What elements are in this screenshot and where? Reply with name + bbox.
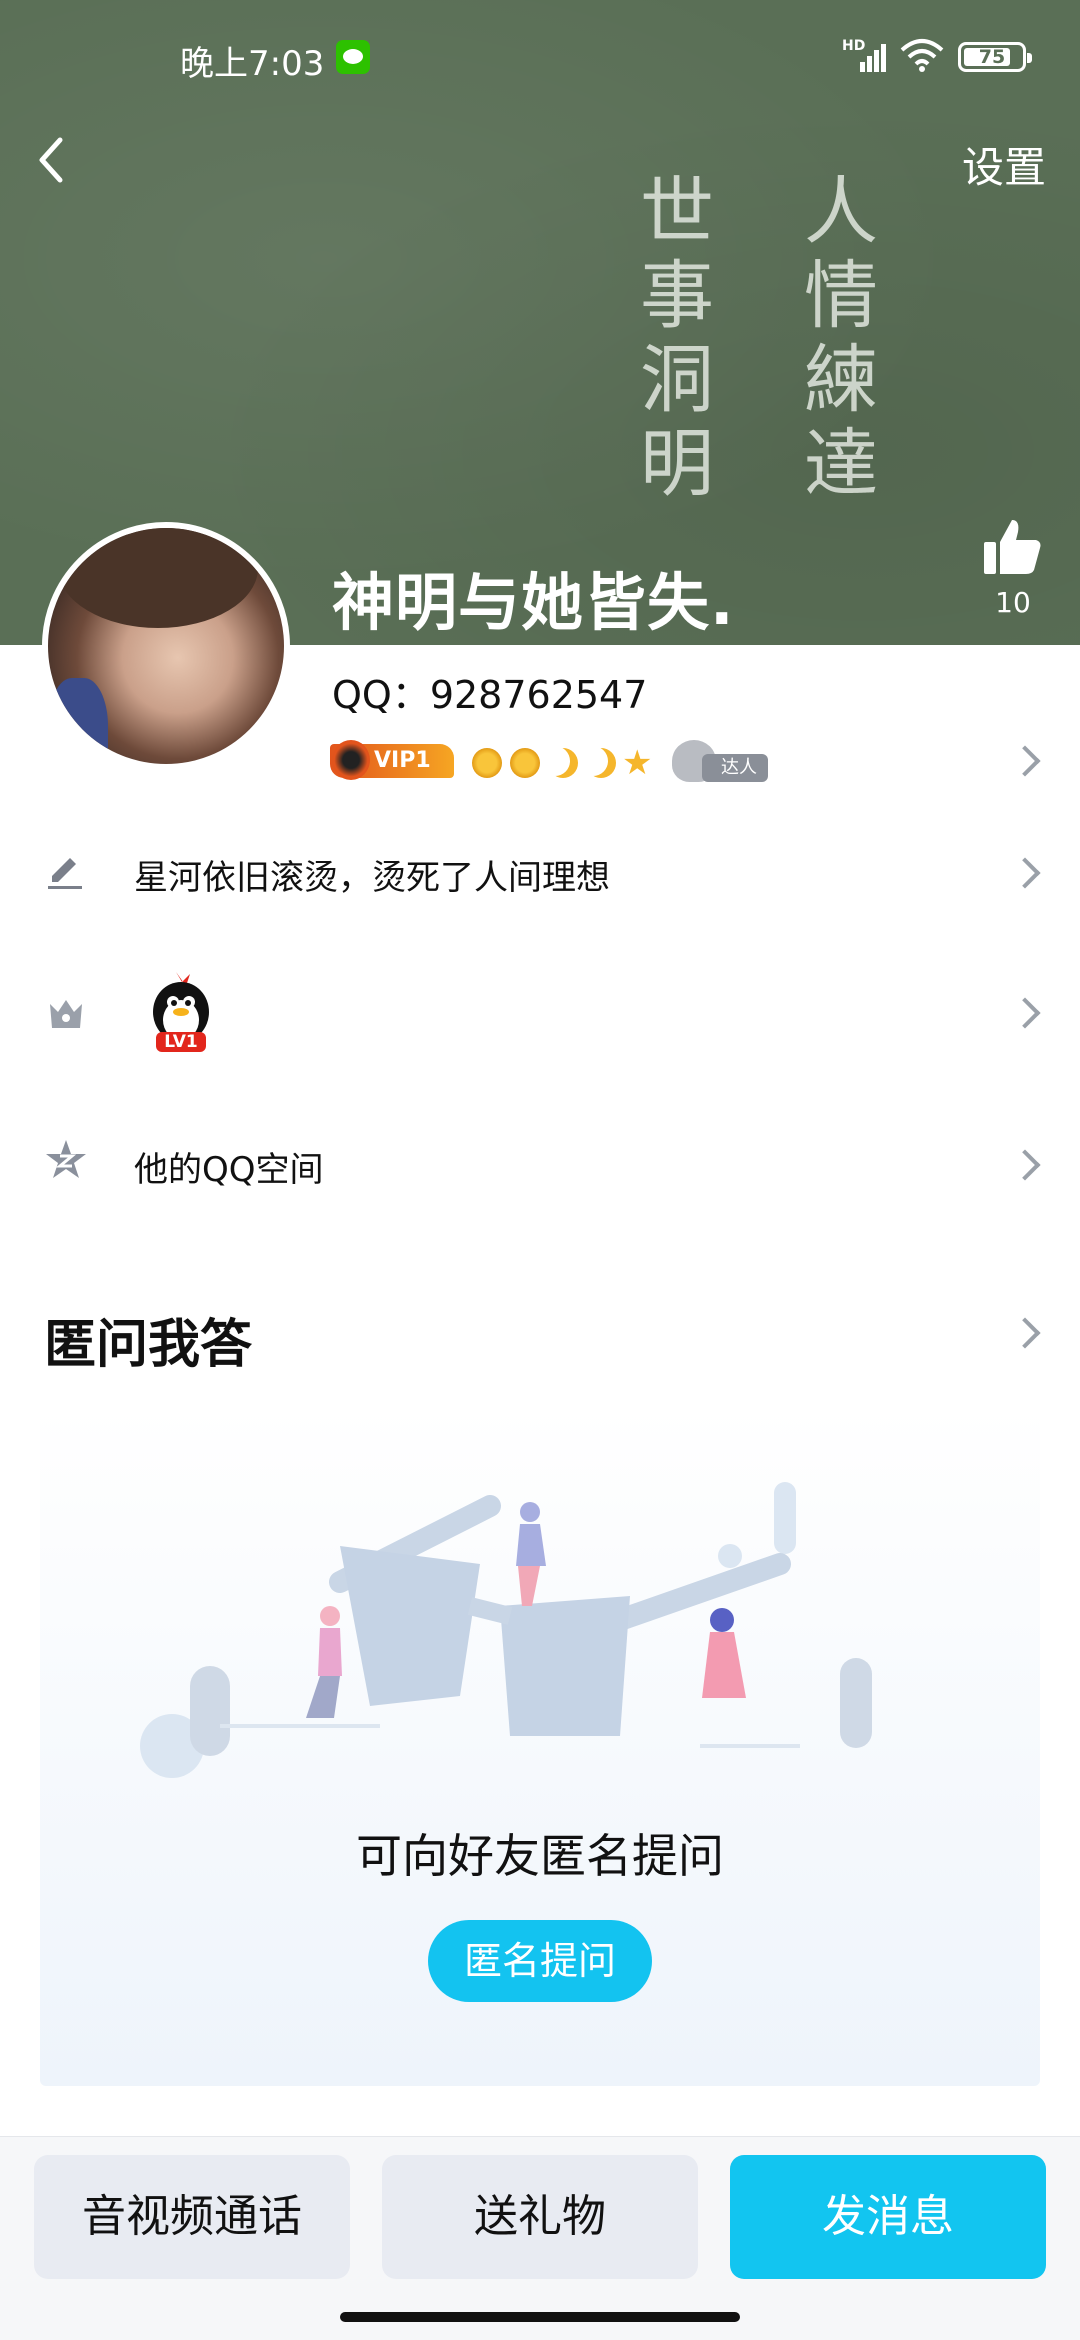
vip-badge: VIP1 xyxy=(330,740,454,780)
moon-level-icon xyxy=(586,748,616,778)
pencil-icon xyxy=(48,858,82,889)
crown-icon xyxy=(50,1000,82,1028)
anon-qa-title: 匿问我答 xyxy=(44,1315,253,1375)
wechat-notification-icon xyxy=(336,40,370,74)
send-gift-button[interactable]: 送礼物 xyxy=(382,2155,698,2279)
settings-button[interactable]: 设置 xyxy=(962,134,1046,195)
home-indicator[interactable] xyxy=(340,2312,740,2322)
level-row[interactable]: LV1 xyxy=(0,958,1080,1068)
chevron-right-icon[interactable] xyxy=(1009,1317,1041,1349)
daren-label: 达人 xyxy=(702,754,768,782)
cover-calligraphy-left: 世事洞明 xyxy=(640,169,714,507)
signal-icon xyxy=(852,38,888,72)
back-arrow-icon[interactable] xyxy=(24,128,84,188)
empty-state-illustration xyxy=(140,1482,872,1778)
status-time: 晚上7:03 xyxy=(180,44,325,84)
anon-qa-card: 可向好友匿名提问 匿名提问 xyxy=(40,1406,1040,2086)
like-button[interactable]: 10 xyxy=(978,516,1048,619)
anon-ask-button[interactable]: 匿名提问 xyxy=(428,1920,652,2002)
like-count: 10 xyxy=(995,586,1031,619)
wifi-icon xyxy=(900,39,944,72)
bottom-action-bar: 音视频通话 送礼物 发消息 xyxy=(0,2136,1080,2340)
badge-row[interactable]: VIP1 ★ 达人 xyxy=(330,738,1030,784)
nickname: 神明与她皆失. xyxy=(332,566,735,639)
avatar[interactable] xyxy=(42,522,290,770)
qzone-label: 他的QQ空间 xyxy=(134,1150,324,1190)
battery-icon: 75 xyxy=(958,42,1032,72)
chevron-right-icon xyxy=(1009,1149,1041,1181)
thumbs-up-icon xyxy=(984,520,1041,574)
star-level-icon: ★ xyxy=(622,743,653,783)
chevron-right-icon xyxy=(1009,857,1041,889)
signature-text: 星河依旧滚烫，烫死了人间理想 xyxy=(134,858,610,898)
moon-level-icon xyxy=(548,748,578,778)
daren-badge: 达人 xyxy=(672,738,772,784)
send-message-button[interactable]: 发消息 xyxy=(730,2155,1046,2279)
qzone-row[interactable]: 他的QQ空间 xyxy=(0,1124,1080,1204)
qq-penguin-level-icon: LV1 xyxy=(146,968,216,1058)
cover-calligraphy-right: 人情練達 xyxy=(804,169,878,507)
signature-row[interactable]: 星河依旧滚烫，烫死了人间理想 xyxy=(0,832,1080,912)
qq-number: QQ：928762547 xyxy=(332,673,648,717)
sun-level-icon xyxy=(472,748,502,778)
battery-level: 75 xyxy=(978,46,1006,68)
level-badge-text: LV1 xyxy=(164,1032,198,1052)
chevron-right-icon xyxy=(1009,997,1041,1029)
av-call-button[interactable]: 音视频通话 xyxy=(34,2155,350,2279)
qzone-star-icon xyxy=(46,1140,86,1178)
sun-level-icon xyxy=(510,748,540,778)
status-bar: 晚上7:03 HD 75 xyxy=(0,0,1080,120)
anon-qa-empty-text: 可向好友匿名提问 xyxy=(356,1829,724,1883)
